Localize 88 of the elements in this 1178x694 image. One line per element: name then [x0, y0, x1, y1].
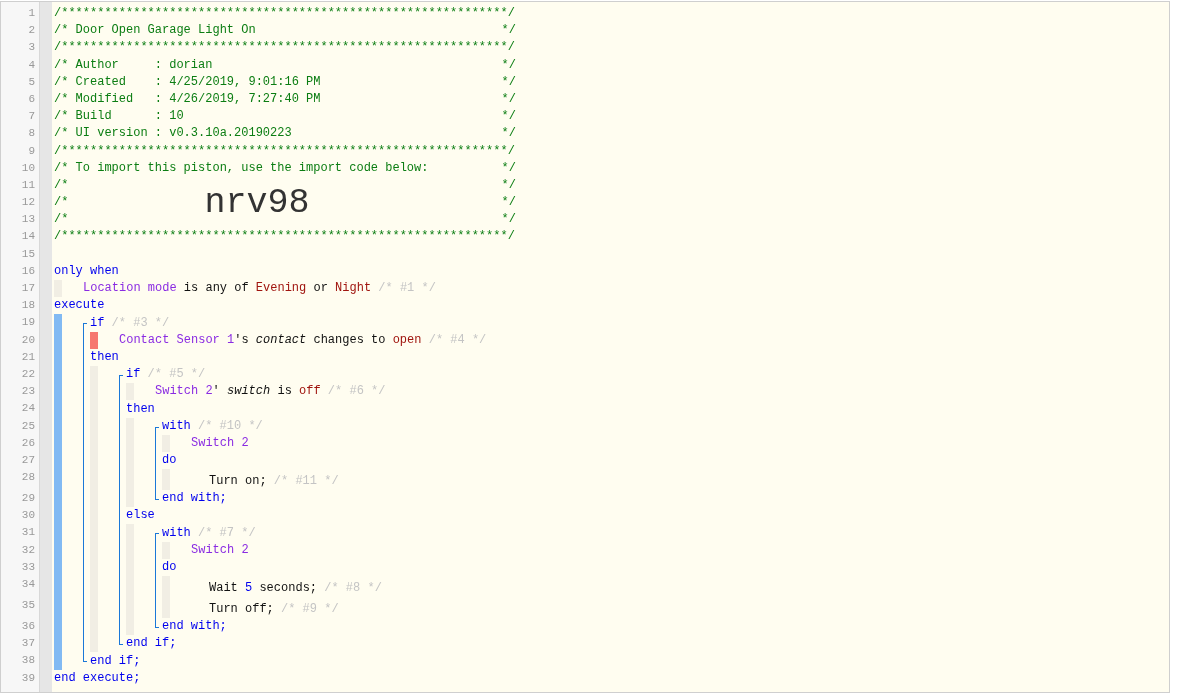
line-number: 25: [21, 418, 35, 434]
code-line: end execute;: [54, 669, 141, 687]
code-line: end with;: [162, 618, 227, 636]
line-number: 38: [21, 653, 35, 669]
line-number: 15: [21, 246, 35, 262]
code-line: Switch 2' switch is off /* #6 */: [155, 383, 386, 401]
line-number: 6: [28, 91, 35, 107]
comment-text: /**************************************************************/: [54, 39, 515, 57]
code-line: then: [90, 348, 119, 366]
line-number: 31: [21, 525, 35, 541]
comment-text: /* Created : 4/25/2019, 9:01:16 PM: [54, 73, 321, 91]
line-number: 11: [21, 177, 35, 193]
line-number: 22: [21, 366, 35, 382]
line-number: 33: [21, 559, 35, 575]
comment-text: /* To import this piston, use the import code below:: [54, 159, 429, 177]
line-number: 35: [21, 598, 35, 613]
code-line: with /* #10 */: [162, 417, 263, 435]
code-line: end if;: [90, 652, 141, 670]
comment-text: /* UI version : v0.3.10a.20190223: [54, 125, 292, 143]
line-number: 27: [21, 452, 35, 468]
comment-text: /* Author : dorian: [54, 56, 213, 74]
comment-text: /*: [54, 194, 69, 212]
line-number: 19: [21, 315, 35, 331]
line-number: 3: [28, 40, 35, 56]
line-number: 2: [28, 23, 35, 39]
line-number: 36: [21, 619, 35, 634]
line-number: 21: [21, 349, 35, 365]
comment-end: */: [501, 22, 516, 40]
comment-end: */: [501, 108, 516, 126]
comment-end: */: [501, 211, 516, 229]
code-line: Switch 2: [191, 434, 249, 452]
comment-end: */: [501, 194, 516, 212]
line-number: 18: [21, 298, 35, 314]
code-line: do: [162, 559, 177, 576]
code-line: end if;: [126, 635, 177, 653]
comment-end: */: [501, 125, 516, 143]
code-line: Turn off; /* #9 */: [208, 601, 339, 618]
line-number: 39: [21, 670, 35, 686]
comment-end: */: [501, 176, 516, 194]
code-line: Location mode is any of Evening or Night /* #1 */: [83, 280, 436, 298]
comment-end: */: [501, 159, 516, 177]
comment-text: /* Modified : 4/26/2019, 7:27:40 PM: [54, 90, 321, 108]
code-line: Turn on; /* #11 */: [208, 473, 339, 491]
code-line: Switch 2: [191, 541, 249, 559]
code-line: Wait 5 seconds; /* #8 */: [208, 580, 382, 597]
line-number: 34: [21, 577, 35, 592]
comment-end: */: [501, 73, 516, 91]
line-number: 20: [21, 332, 35, 348]
comment-text: /**************************************************************/: [54, 228, 515, 246]
comment-text: /*: [54, 176, 69, 194]
code-line: if /* #3 */: [90, 314, 170, 332]
code-line: only when: [54, 263, 119, 280]
line-number: 1: [28, 6, 35, 21]
code-line: then: [126, 400, 155, 418]
code-line: if /* #5 */: [126, 366, 206, 384]
line-number: 24: [21, 401, 35, 417]
code-line: do: [162, 452, 177, 470]
line-number: 28: [21, 470, 35, 486]
comment-text: /* Door Open Garage Light On: [54, 22, 256, 40]
line-number: 8: [28, 126, 35, 142]
line-number: 10: [21, 160, 35, 176]
line-number: 26: [21, 435, 35, 451]
code-line: Contact Sensor 1's contact changes to open /* #4 */: [119, 331, 487, 349]
line-number: 5: [28, 74, 35, 90]
line-number: 37: [21, 636, 35, 652]
line-number: 23: [21, 384, 35, 400]
line-number: 4: [28, 57, 35, 73]
line-number: 32: [21, 542, 35, 558]
import-code: nrv98: [204, 185, 310, 222]
code-line: execute: [54, 297, 105, 315]
comment-text: /*: [54, 211, 69, 229]
comment-end: */: [501, 56, 516, 74]
line-number: 29: [21, 491, 35, 507]
line-number: 7: [28, 109, 35, 125]
comment-text: /**************************************************************/: [54, 142, 515, 160]
line-number: 9: [28, 143, 35, 159]
comment-end: */: [501, 90, 516, 108]
comment-text: /* Build : 10: [54, 108, 184, 126]
line-number: 30: [21, 508, 35, 524]
line-number: 12: [21, 195, 35, 211]
code-line: end with;: [162, 490, 227, 508]
code-line: with /* #7 */: [162, 524, 256, 542]
line-number: 16: [21, 263, 35, 279]
code-line: else: [126, 507, 155, 525]
line-number: 14: [21, 229, 35, 245]
line-number: 17: [21, 281, 35, 296]
comment-text: /**************************************************************/: [54, 5, 515, 22]
line-number: 13: [21, 212, 35, 228]
